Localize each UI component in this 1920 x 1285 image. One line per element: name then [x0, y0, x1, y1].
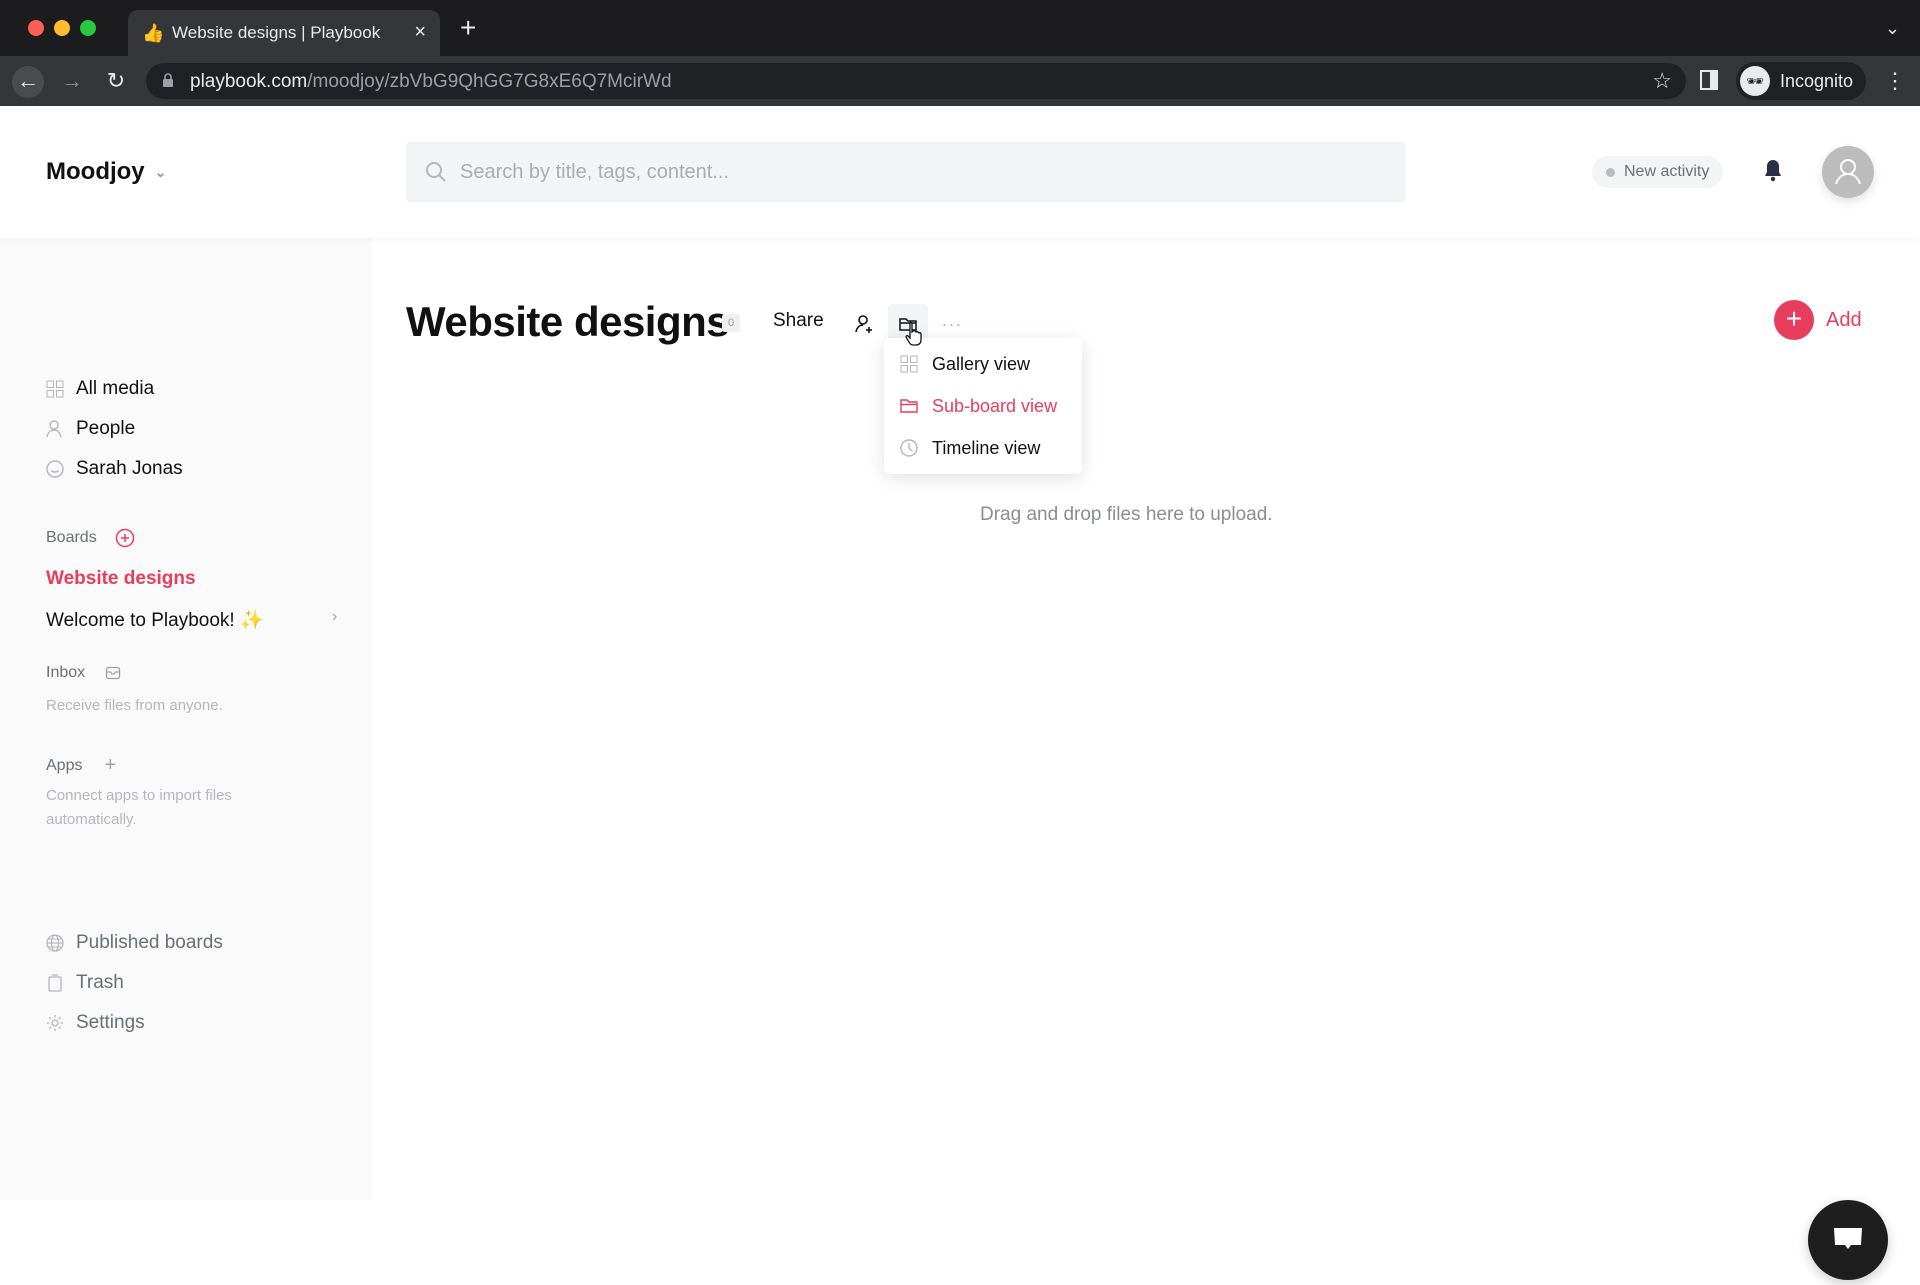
sidebar: All media People Sarah Jonas Boards Webs… [0, 238, 372, 1200]
chat-bubble-icon [1834, 1228, 1862, 1249]
view-mode-menu: Gallery view Sub-board view Timeline vie… [884, 338, 1082, 474]
incognito-icon: 🕶 [1740, 66, 1770, 96]
grid-icon [46, 380, 64, 398]
gear-icon [46, 1014, 64, 1032]
sidebar-item-trash[interactable]: Trash [46, 968, 124, 998]
maximize-window-button[interactable] [80, 20, 96, 36]
grid-icon [900, 355, 918, 373]
person-add-icon [855, 315, 872, 333]
chat-support-button[interactable] [1808, 1200, 1888, 1280]
search-input[interactable] [460, 142, 1380, 202]
minimize-window-button[interactable] [54, 20, 70, 36]
close-tab-icon[interactable]: × [414, 21, 426, 44]
board-label: Welcome to Playbook! ✨ [46, 610, 264, 631]
activity-label: New activity [1624, 163, 1710, 180]
menu-item-timeline-view[interactable]: Timeline view [884, 428, 1082, 468]
apps-section-label: Apps + [46, 754, 116, 777]
chevron-right-icon[interactable]: › [332, 608, 337, 626]
sidebar-item-label: All media [76, 378, 155, 399]
menu-item-sub-board-view[interactable]: Sub-board view [884, 386, 1082, 426]
back-button[interactable]: ← [12, 66, 44, 98]
main-content: Website designs 0 Share ··· Gallery view… [372, 238, 1920, 1200]
sidebar-item-settings[interactable]: Settings [46, 1008, 145, 1038]
sidebar-item-label: People [76, 418, 136, 439]
browser-menu-icon[interactable]: ⋮ [1884, 68, 1906, 94]
add-label: Add [1826, 308, 1862, 331]
apps-label: Apps [46, 756, 83, 774]
item-count-badge: 0 [722, 314, 740, 332]
sidebar-item-label: Settings [76, 1012, 145, 1033]
trash-icon [46, 974, 64, 992]
sidebar-item-all-media[interactable]: All media [46, 374, 154, 404]
lock-icon [163, 73, 173, 87]
dropzone-text: Drag and drop files here to upload. [980, 504, 1273, 525]
boards-label: Boards [46, 529, 97, 546]
reload-button[interactable]: ↻ [100, 66, 132, 98]
add-app-icon[interactable]: + [104, 754, 116, 777]
board-welcome-to-playbook[interactable]: Welcome to Playbook! ✨ › [46, 608, 337, 632]
folder-icon [900, 397, 918, 415]
activity-dot-icon [1606, 168, 1615, 177]
person-icon [46, 420, 64, 438]
share-button[interactable]: Share [773, 310, 824, 332]
sidebar-item-label: Published boards [76, 932, 223, 953]
url-text: playbook.com/moodjoy/zbVbG9QhGG7G8xE6Q7M… [190, 71, 672, 93]
chevron-down-icon: ⌄ [154, 164, 167, 180]
workspace-switcher[interactable]: Moodjoy ⌄ [46, 158, 166, 186]
close-window-button[interactable] [28, 20, 44, 36]
user-avatar[interactable] [1822, 146, 1874, 198]
address-bar[interactable]: playbook.com/moodjoy/zbVbG9QhGG7G8xE6Q7M… [146, 63, 1686, 99]
browser-tab[interactable]: 👍 Website designs | Playbook × [128, 10, 440, 56]
plus-icon: + [1774, 300, 1814, 340]
side-panel-icon[interactable] [1700, 70, 1718, 90]
smiley-icon [46, 460, 64, 478]
add-button[interactable]: + Add [1774, 300, 1862, 340]
globe-icon [46, 934, 64, 952]
apps-hint: Connect apps to import files automatical… [46, 787, 232, 828]
search-icon [426, 162, 446, 182]
url-path: /moodjoy/zbVbG9QhGG7G8xE6Q7McirWd [307, 71, 672, 92]
app-header: Moodjoy ⌄ New activity [0, 106, 1920, 238]
sidebar-item-sarah-jonas[interactable]: Sarah Jonas [46, 454, 183, 484]
inbox-hint: Receive files from anyone. [46, 697, 223, 714]
sidebar-item-label: Sarah Jonas [76, 458, 183, 479]
url-host: playbook.com [190, 71, 308, 92]
incognito-profile-button[interactable]: 🕶 Incognito [1736, 62, 1866, 100]
tab-bar: 👍 Website designs | Playbook × + ⌄ [0, 0, 1920, 56]
search-bar [406, 142, 1406, 202]
clock-icon [900, 439, 918, 457]
board-label: Website designs [46, 568, 196, 589]
board-website-designs[interactable]: Website designs [46, 568, 196, 590]
profile-label: Incognito [1780, 71, 1854, 91]
bookmark-star-icon[interactable]: ☆ [1652, 68, 1672, 94]
sidebar-item-people[interactable]: People [46, 414, 135, 444]
playbook-app: Moodjoy ⌄ New activity All media People S… [0, 106, 1920, 1280]
page-title: Website designs [406, 298, 730, 345]
new-activity-button[interactable]: New activity [1592, 156, 1724, 188]
menu-item-gallery-view[interactable]: Gallery view [884, 344, 1082, 384]
workspace-name: Moodjoy [46, 158, 145, 185]
menu-item-label: Gallery view [932, 353, 1031, 374]
menu-item-label: Timeline view [932, 437, 1041, 458]
menu-item-label: Sub-board view [932, 395, 1058, 416]
browser-toolbar: ← → ↻ playbook.com/moodjoy/zbVbG9QhGG7G8… [0, 56, 1920, 106]
forward-button[interactable]: → [56, 66, 88, 98]
inbox-label: Inbox [46, 664, 86, 681]
collaborators-button[interactable] [844, 304, 884, 344]
new-tab-button[interactable]: + [460, 14, 476, 42]
inbox-section-label: Inbox [46, 664, 121, 682]
boards-section-label: Boards [46, 528, 135, 548]
tab-title: Website designs | Playbook [172, 23, 381, 42]
add-board-icon[interactable] [115, 528, 135, 548]
sidebar-item-label: Trash [76, 972, 124, 993]
notification-bell-icon[interactable] [1762, 158, 1784, 182]
sidebar-item-published-boards[interactable]: Published boards [46, 928, 223, 958]
playbook-favicon-icon: 👍 [142, 23, 165, 43]
user-icon [1835, 159, 1861, 185]
inbox-icon[interactable] [105, 665, 121, 681]
hand-cursor-icon [905, 321, 922, 346]
browser-chrome: 👍 Website designs | Playbook × + ⌄ ← → ↻… [0, 0, 1920, 106]
tab-search-chevron-icon[interactable]: ⌄ [1885, 18, 1900, 39]
